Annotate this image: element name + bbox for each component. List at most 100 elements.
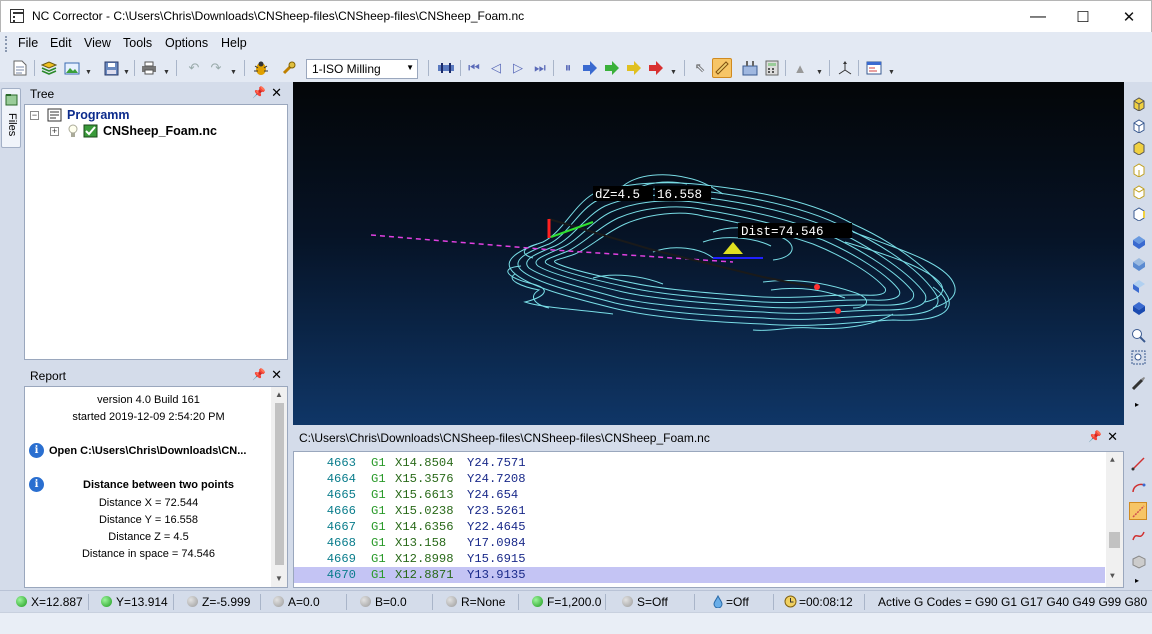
- ruler-icon[interactable]: [712, 58, 732, 78]
- maximize-button[interactable]: ☐: [1060, 1, 1106, 32]
- bug-icon[interactable]: [251, 58, 271, 78]
- new-file-icon[interactable]: [10, 58, 30, 78]
- files-icon: [5, 94, 18, 106]
- draw-line-icon[interactable]: [1129, 454, 1147, 472]
- panel-layout-icon[interactable]: [864, 58, 884, 78]
- scroll-thumb[interactable]: [275, 403, 284, 565]
- draw-curve-icon[interactable]: [1129, 526, 1147, 544]
- code-line[interactable]: 4670 G1 X12.8871 Y13.9135: [294, 567, 1105, 583]
- menu-file[interactable]: File: [18, 36, 38, 50]
- layers-icon[interactable]: [39, 58, 59, 78]
- run-yellow-icon[interactable]: [624, 58, 644, 78]
- code-line[interactable]: 4669 G1 X12.8998 Y15.6915: [294, 551, 1105, 567]
- menu-help[interactable]: Help: [221, 36, 247, 50]
- view-top-icon[interactable]: [1129, 138, 1147, 156]
- first-step-icon[interactable]: ⏮: [464, 58, 484, 78]
- operation-select[interactable]: 1-ISO Milling ▼: [306, 59, 418, 79]
- close-icon[interactable]: ✕: [1107, 429, 1118, 445]
- pointer-icon[interactable]: ⇖: [690, 58, 710, 78]
- code-line[interactable]: 4667 G1 X14.6356 Y22.4645: [294, 519, 1105, 535]
- code-line[interactable]: 4668 G1 X13.158 Y17.0984: [294, 535, 1105, 551]
- chevron-right-icon[interactable]: ▸: [1135, 576, 1139, 585]
- tree-root-programm[interactable]: Programm: [67, 108, 130, 122]
- radius-led-icon: [446, 596, 457, 607]
- chevron-down-icon[interactable]: ▼: [85, 69, 92, 76]
- wrench-icon[interactable]: [279, 58, 299, 78]
- tab-files[interactable]: Files: [1, 88, 21, 148]
- tool-icon[interactable]: [1129, 374, 1147, 392]
- close-button[interactable]: ✕: [1106, 1, 1152, 32]
- run-green-icon[interactable]: [602, 58, 622, 78]
- tool-table-icon[interactable]: [740, 58, 760, 78]
- marker-icon[interactable]: [436, 58, 456, 78]
- measure-distance-icon[interactable]: [1129, 502, 1147, 520]
- chevron-down-icon[interactable]: ▼: [123, 69, 130, 76]
- shade-edges-icon[interactable]: [1129, 276, 1147, 294]
- stock-icon[interactable]: [1129, 552, 1147, 570]
- run-blue-icon[interactable]: [580, 58, 600, 78]
- scroll-down-icon[interactable]: ▼: [1110, 572, 1115, 581]
- pause-icon[interactable]: ⏸: [558, 58, 578, 78]
- shapes-icon[interactable]: ▲: [790, 58, 810, 78]
- code-line[interactable]: 4665 G1 X15.6613 Y24.654: [294, 487, 1105, 503]
- chevron-right-icon[interactable]: ▸: [1135, 400, 1139, 409]
- x-word: X14.8504: [395, 456, 454, 470]
- calculator-icon[interactable]: [762, 58, 782, 78]
- view-front-icon[interactable]: [1129, 116, 1147, 134]
- view-right-icon[interactable]: [1129, 182, 1147, 200]
- chevron-down-icon[interactable]: ▼: [230, 69, 237, 76]
- step-forward-icon[interactable]: ▷: [508, 58, 528, 78]
- chevron-down-icon[interactable]: ▼: [163, 69, 170, 76]
- view-side-icon[interactable]: [1129, 160, 1147, 178]
- menu-view[interactable]: View: [84, 36, 111, 50]
- tree-file-item[interactable]: CNSheep_Foam.nc: [103, 124, 217, 138]
- code-line[interactable]: 4664 G1 X15.3576 Y24.7208: [294, 471, 1105, 487]
- pin-icon[interactable]: 📌: [252, 86, 266, 99]
- print-icon[interactable]: [139, 58, 159, 78]
- pin-icon[interactable]: 📌: [1088, 430, 1102, 443]
- 3d-viewport[interactable]: dZ=4.5 16.558 Dist=74.546: [293, 82, 1124, 425]
- shade-hidden-icon[interactable]: [1129, 298, 1147, 316]
- zoom-window-icon[interactable]: [1129, 348, 1147, 366]
- shade-solid-icon[interactable]: [1129, 232, 1147, 250]
- g-word: G1: [371, 472, 386, 486]
- minimize-button[interactable]: —: [1015, 1, 1061, 32]
- toolpath-drawing[interactable]: dZ=4.5 16.558 Dist=74.546: [293, 82, 1124, 425]
- chevron-down-icon[interactable]: ▼: [888, 69, 895, 76]
- code-scrollbar[interactable]: ▲ ▼: [1106, 452, 1123, 587]
- menu-tools[interactable]: Tools: [123, 36, 152, 50]
- run-red-icon[interactable]: [646, 58, 666, 78]
- code-line[interactable]: 4663 G1 X14.8504 Y24.7571: [294, 455, 1105, 471]
- lightbulb-icon[interactable]: [67, 124, 79, 139]
- collapse-icon[interactable]: −: [30, 111, 39, 120]
- zoom-icon[interactable]: [1129, 326, 1147, 344]
- step-back-icon[interactable]: ◁: [486, 58, 506, 78]
- scroll-thumb[interactable]: [1109, 532, 1120, 548]
- menu-edit[interactable]: Edit: [50, 36, 72, 50]
- save-icon[interactable]: [101, 58, 121, 78]
- code-editor[interactable]: 4663 G1 X14.8504 Y24.7571 4664 G1 X15.3576 Y24.…: [293, 451, 1124, 588]
- scroll-down-icon[interactable]: ▼: [275, 574, 283, 583]
- g-word: G1: [371, 536, 386, 550]
- chevron-down-icon[interactable]: ▼: [816, 69, 823, 76]
- close-icon[interactable]: ✕: [271, 367, 282, 383]
- report-scrollbar[interactable]: ▲ ▼: [271, 387, 287, 587]
- draw-arc-icon[interactable]: [1129, 478, 1147, 496]
- open-image-icon[interactable]: [62, 58, 82, 78]
- expand-icon[interactable]: +: [50, 127, 59, 136]
- redo-icon[interactable]: ↷: [206, 58, 226, 78]
- close-icon[interactable]: ✕: [271, 85, 282, 101]
- pin-icon[interactable]: 📌: [252, 368, 266, 381]
- scroll-up-icon[interactable]: ▲: [1110, 456, 1115, 465]
- last-step-icon[interactable]: ⏭: [530, 58, 550, 78]
- menu-options[interactable]: Options: [165, 36, 208, 50]
- shade-wire-icon[interactable]: [1129, 254, 1147, 272]
- view-iso-icon[interactable]: [1129, 94, 1147, 112]
- axes-icon[interactable]: [835, 58, 855, 78]
- scroll-up-icon[interactable]: ▲: [275, 390, 283, 399]
- undo-icon[interactable]: ↶: [184, 58, 204, 78]
- code-line[interactable]: 4666 G1 X15.0238 Y23.5261: [294, 503, 1105, 519]
- y-word: Y15.6915: [467, 552, 526, 566]
- view-back-icon[interactable]: [1129, 204, 1147, 222]
- chevron-down-icon[interactable]: ▼: [670, 69, 677, 76]
